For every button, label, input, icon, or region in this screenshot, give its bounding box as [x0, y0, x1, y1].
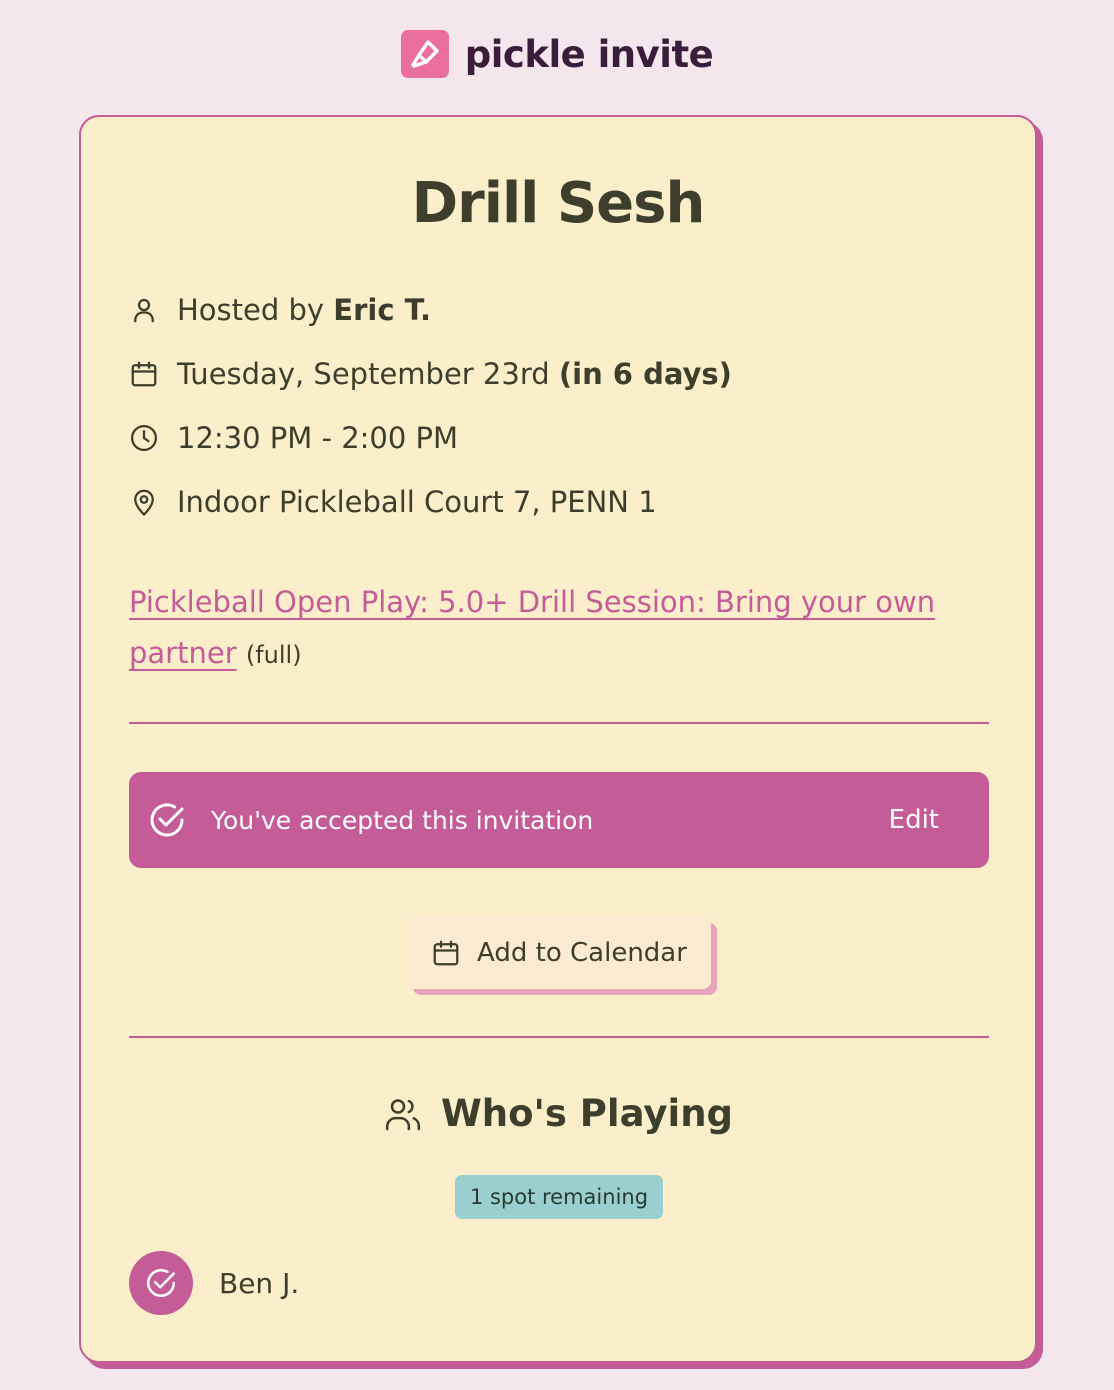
calendar-icon [433, 940, 459, 966]
divider-bottom [129, 1036, 989, 1038]
brand-name: pickle invite [464, 32, 714, 76]
brand-header: pickle invite [0, 30, 1114, 78]
rsvp-status-banner: You've accepted this invitation Edit [129, 772, 989, 868]
check-circle-icon [147, 800, 187, 840]
clock-icon [131, 425, 157, 451]
divider-top [129, 722, 989, 724]
event-location: Indoor Pickleball Court 7, PENN 1 [177, 485, 657, 519]
location-row: Indoor Pickleball Court 7, PENN 1 [129, 482, 657, 522]
host-text: Hosted by Eric T. [177, 293, 431, 327]
player-list-item: Ben J. [129, 1251, 299, 1315]
date-relative: (in 6 days) [558, 357, 732, 391]
paddle-icon [400, 30, 449, 78]
event-time: 12:30 PM - 2:00 PM [177, 421, 459, 455]
player-status-avatar [129, 1251, 193, 1315]
invite-card: Drill Sesh Hosted by Eric T. Tuesday, Se… [79, 115, 1037, 1363]
rsvp-status-text: You've accepted this invitation [211, 805, 594, 835]
map-pin-icon [134, 489, 154, 516]
date-row: Tuesday, September 23rd (in 6 days) [129, 354, 732, 394]
add-to-calendar-label: Add to Calendar [477, 938, 687, 968]
date-text: Tuesday, September 23rd (in 6 days) [177, 357, 732, 391]
session-status: (full) [245, 641, 302, 669]
host-prefix: Hosted by [177, 293, 334, 327]
players-heading: Who's Playing [81, 1092, 1035, 1135]
edit-rsvp-button[interactable]: Edit [889, 805, 939, 835]
time-row: 12:30 PM - 2:00 PM [129, 418, 458, 458]
event-title: Drill Sesh [411, 171, 706, 236]
player-name: Ben J. [219, 1266, 300, 1300]
host-name: Eric T. [333, 293, 432, 327]
calendar-icon [131, 361, 157, 387]
session-link-block: Pickleball Open Play: 5.0+ Drill Session… [129, 577, 949, 681]
user-icon [134, 298, 154, 323]
host-row: Hosted by Eric T. [129, 290, 431, 330]
add-to-calendar-button[interactable]: Add to Calendar [407, 917, 711, 989]
spots-remaining-badge: 1 spot remaining [455, 1175, 663, 1219]
check-circle-icon [146, 1268, 176, 1298]
event-date: Tuesday, September 23rd [177, 357, 559, 391]
players-heading-text: Who's Playing [440, 1092, 734, 1135]
users-icon [385, 1098, 421, 1130]
